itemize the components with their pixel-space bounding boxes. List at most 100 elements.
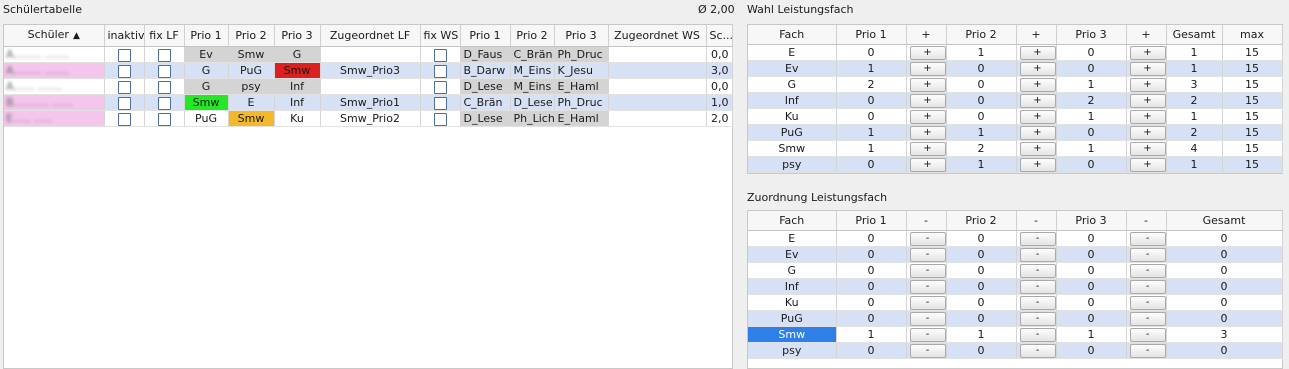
ws-prio3-cell[interactable]: K_Jesu <box>554 62 609 79</box>
remove-prio2-button[interactable]: - <box>1019 264 1055 278</box>
ws-prio2-cell[interactable]: C_Brän <box>510 46 555 63</box>
lf-prio2-cell[interactable]: E <box>228 94 275 111</box>
ws-prio3-cell[interactable]: Ph_Druc <box>554 46 609 63</box>
zuord-col-gesamt[interactable]: Gesamt <box>1166 211 1283 231</box>
fach-cell[interactable]: Ev <box>748 246 837 263</box>
fix-lf-cell[interactable] <box>144 46 185 63</box>
checkbox-icon[interactable] <box>157 112 171 126</box>
checkbox-icon[interactable] <box>433 96 447 110</box>
checkbox-icon[interactable] <box>157 80 171 94</box>
zuord-col-prio3[interactable]: Prio 3 <box>1056 211 1127 231</box>
wahl-col-plus3[interactable]: + <box>1126 25 1167 45</box>
remove-prio1-button[interactable]: - <box>909 312 945 326</box>
ws-prio3-cell[interactable]: Ph_Druc <box>554 94 609 111</box>
add-prio3-button[interactable]: + <box>1129 142 1165 156</box>
table-row[interactable]: E..... ..... PuG Smw Ku Smw_Prio2 D_Lese… <box>4 110 733 127</box>
add-prio3-button[interactable]: + <box>1129 78 1165 92</box>
checkbox-icon[interactable] <box>117 112 131 126</box>
remove-prio3-button[interactable]: - <box>1129 280 1165 294</box>
wahl-col-max[interactable]: max <box>1222 25 1283 45</box>
lf-prio1-cell[interactable]: G <box>184 62 229 79</box>
fix-lf-cell[interactable] <box>144 78 185 95</box>
remove-prio3-button[interactable]: - <box>1129 232 1165 246</box>
fix-ws-cell[interactable] <box>420 46 461 63</box>
ws-prio1-cell[interactable]: D_Lese <box>460 78 511 95</box>
fach-cell[interactable]: PuG <box>748 124 837 141</box>
fach-cell[interactable]: Smw <box>748 140 837 157</box>
remove-prio2-button[interactable]: - <box>1019 312 1055 326</box>
col-header-lf-prio1[interactable]: Prio 1 <box>184 25 229 47</box>
add-prio1-button[interactable]: + <box>909 142 945 156</box>
add-prio1-button[interactable]: + <box>909 78 945 92</box>
table-row[interactable]: B.......... ...... Smw E Inf Smw_Prio1 C… <box>4 94 733 111</box>
table-row[interactable]: A...... ....... G psy Inf D_Lese M_Eins … <box>4 78 733 95</box>
remove-prio2-button[interactable]: - <box>1019 280 1055 294</box>
fach-cell[interactable]: Ku <box>748 294 837 311</box>
zugeordnet-ws-cell[interactable] <box>608 46 707 63</box>
student-name-cell[interactable]: B.......... ...... <box>4 94 105 111</box>
zuord-col-minus2[interactable]: - <box>1016 211 1057 231</box>
table-row[interactable]: E0-0-0-0 <box>748 230 1283 247</box>
inaktiv-cell[interactable] <box>104 78 145 95</box>
zuord-col-minus3[interactable]: - <box>1126 211 1167 231</box>
lf-prio3-cell[interactable]: Inf <box>274 78 321 95</box>
inaktiv-cell[interactable] <box>104 46 145 63</box>
zugeordnet-ws-cell[interactable] <box>608 110 707 127</box>
col-header-inaktiv[interactable]: inaktiv <box>104 25 145 47</box>
zugeordnet-lf-cell[interactable] <box>320 78 421 95</box>
add-prio2-button[interactable]: + <box>1019 46 1055 60</box>
lf-prio3-cell[interactable]: G <box>274 46 321 63</box>
checkbox-icon[interactable] <box>157 64 171 78</box>
fix-ws-cell[interactable] <box>420 110 461 127</box>
checkbox-icon[interactable] <box>433 112 447 126</box>
fach-cell[interactable]: psy <box>748 156 837 173</box>
table-row[interactable]: Smw 1 +2 +1 +4 15 <box>748 140 1283 157</box>
remove-prio2-button[interactable]: - <box>1019 296 1055 310</box>
ws-prio2-cell[interactable]: D_Lese <box>510 94 555 111</box>
remove-prio3-button[interactable]: - <box>1129 248 1165 262</box>
lf-prio2-cell[interactable]: Smw <box>228 110 275 127</box>
table-row[interactable]: Ku 0-0-0-0 <box>748 294 1283 311</box>
student-name-cell[interactable]: A........ ....... <box>4 62 105 79</box>
table-row[interactable]: Smw 1-1-1-3 <box>748 326 1283 343</box>
inaktiv-cell[interactable] <box>104 62 145 79</box>
checkbox-icon[interactable] <box>117 48 131 62</box>
inaktiv-cell[interactable] <box>104 110 145 127</box>
lf-prio1-cell[interactable]: Smw <box>184 94 229 111</box>
add-prio1-button[interactable]: + <box>909 126 945 140</box>
remove-prio2-button[interactable]: - <box>1019 344 1055 358</box>
table-row[interactable]: Ku 0 +0 +1 +1 15 <box>748 108 1283 125</box>
table-row[interactable]: A........ ....... G PuG Smw Smw_Prio3 B_… <box>4 62 733 79</box>
lf-prio2-cell[interactable]: Smw <box>228 46 275 63</box>
table-row[interactable]: A........ ....... Ev Smw G D_Faus C_Brän… <box>4 46 733 63</box>
fach-cell[interactable]: E <box>748 44 837 61</box>
zugeordnet-ws-cell[interactable] <box>608 78 707 95</box>
table-row[interactable]: PuG 0-0-0-0 <box>748 310 1283 327</box>
student-name-cell[interactable]: A...... ....... <box>4 78 105 95</box>
fach-cell[interactable]: E <box>748 230 837 247</box>
fix-ws-cell[interactable] <box>420 94 461 111</box>
col-header-schueler[interactable]: Schüler ▲ <box>4 25 105 47</box>
remove-prio1-button[interactable]: - <box>909 232 945 246</box>
ws-prio3-cell[interactable]: E_Haml <box>554 110 609 127</box>
remove-prio1-button[interactable]: - <box>909 328 945 342</box>
add-prio2-button[interactable]: + <box>1019 142 1055 156</box>
remove-prio3-button[interactable]: - <box>1129 344 1165 358</box>
col-header-fix-ws[interactable]: fix WS <box>420 25 461 47</box>
lf-prio2-cell[interactable]: psy <box>228 78 275 95</box>
inaktiv-cell[interactable] <box>104 94 145 111</box>
fach-cell[interactable]: G <box>748 262 837 279</box>
remove-prio1-button[interactable]: - <box>909 344 945 358</box>
fach-cell[interactable]: Inf <box>748 278 837 295</box>
col-header-ws-prio3[interactable]: Prio 3 <box>554 25 609 47</box>
add-prio3-button[interactable]: + <box>1129 158 1165 172</box>
fix-lf-cell[interactable] <box>144 62 185 79</box>
table-row[interactable]: PuG 1 +1 +0 +2 15 <box>748 124 1283 141</box>
remove-prio2-button[interactable]: - <box>1019 248 1055 262</box>
ws-prio1-cell[interactable]: D_Lese <box>460 110 511 127</box>
table-row[interactable]: Ev 0-0-0-0 <box>748 246 1283 263</box>
wahl-col-plus1[interactable]: + <box>906 25 947 45</box>
remove-prio3-button[interactable]: - <box>1129 312 1165 326</box>
checkbox-icon[interactable] <box>433 48 447 62</box>
zugeordnet-ws-cell[interactable] <box>608 62 707 79</box>
